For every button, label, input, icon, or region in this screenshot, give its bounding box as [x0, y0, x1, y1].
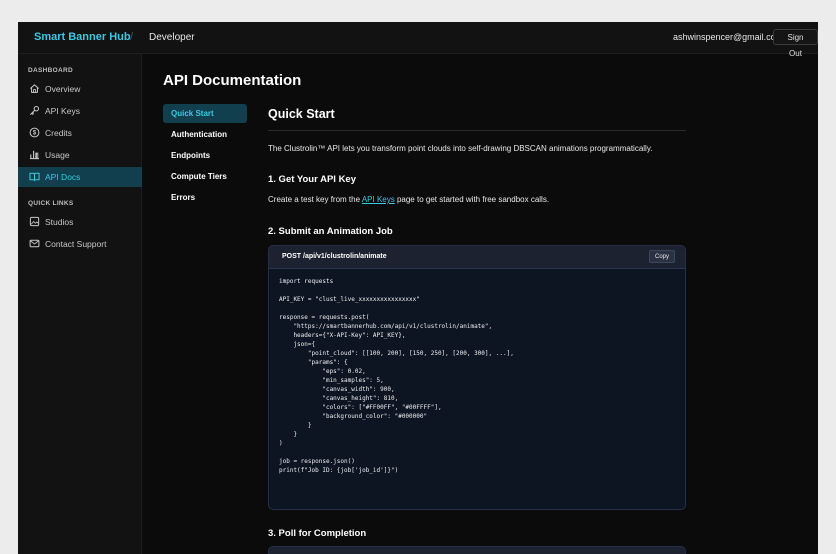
sidebar-section-dashboard: DASHBOARD	[28, 67, 73, 74]
sidebar-item-studios[interactable]: Studios	[18, 212, 142, 232]
sidebar-item-label: Studios	[45, 217, 74, 227]
sidebar-item-credits[interactable]: $ Credits	[18, 123, 142, 143]
subnav-compute-tiers[interactable]: Compute Tiers	[163, 167, 247, 186]
subnav-quick-start[interactable]: Quick Start	[163, 104, 247, 123]
dollar-circle-icon: $	[29, 127, 40, 138]
code-endpoint: POST /api/v1/clustrolin/animate	[282, 253, 387, 260]
code-block-2	[268, 546, 686, 554]
code-block: POST /api/v1/clustrolin/animate Copy imp…	[268, 245, 686, 510]
subnav-errors[interactable]: Errors	[163, 188, 247, 207]
code-sample: import requests API_KEY = "clust_live_xx…	[279, 278, 514, 474]
step3-title: 3. Poll for Completion	[268, 528, 367, 539]
code-block-header: POST /api/v1/clustrolin/animate Copy	[269, 246, 685, 269]
sidebar-item-label: API Docs	[45, 172, 81, 182]
breadcrumb-separator: /	[130, 31, 134, 43]
svg-text:$: $	[33, 131, 37, 137]
sidebar-section-quick-links: QUICK LINKS	[28, 200, 74, 207]
sidebar-item-overview[interactable]: Overview	[18, 79, 142, 99]
copy-button[interactable]: Copy	[648, 250, 675, 263]
image-icon	[29, 216, 40, 227]
section-divider	[268, 130, 686, 131]
book-icon	[29, 171, 40, 182]
sidebar-item-contact-support[interactable]: Contact Support	[18, 234, 142, 254]
sidebar-item-label: Overview	[45, 84, 81, 94]
user-email: ashwinspencer@gmail.com	[673, 32, 784, 42]
sidebar-item-label: Usage	[45, 150, 70, 160]
subnav-authentication[interactable]: Authentication	[163, 125, 247, 144]
sidebar-item-api-docs[interactable]: API Docs	[18, 167, 142, 187]
brand-logo[interactable]: Smart Banner Hub	[34, 31, 131, 43]
mail-icon	[29, 238, 40, 249]
code-block-2-header	[269, 547, 685, 554]
sidebar-item-label: Contact Support	[45, 239, 107, 249]
subnav-endpoints[interactable]: Endpoints	[163, 146, 247, 165]
step1-text: Create a test key from the API Keys page…	[268, 195, 549, 204]
sidebar-item-label: API Keys	[45, 106, 80, 116]
sidebar: DASHBOARD Overview API Keys $ Credits Us…	[18, 54, 142, 554]
breadcrumb-developer: Developer	[149, 32, 195, 43]
intro-text: The Clustrolin™ API lets you transform p…	[268, 144, 653, 153]
step1-text-after: page to get started with free sandbox ca…	[394, 195, 550, 204]
step1-title: 1. Get Your API Key	[268, 174, 356, 185]
page-title: API Documentation	[163, 72, 302, 89]
home-icon	[29, 83, 40, 94]
step2-title: 2. Submit an Animation Job	[268, 226, 393, 237]
sidebar-item-usage[interactable]: Usage	[18, 145, 142, 165]
sidebar-item-api-keys[interactable]: API Keys	[18, 101, 142, 121]
top-bar: Smart Banner Hub / Developer ashwinspenc…	[18, 22, 818, 58]
api-keys-link[interactable]: API Keys	[362, 195, 395, 204]
key-icon	[29, 105, 40, 116]
app-window: Smart Banner Hub / Developer ashwinspenc…	[18, 22, 818, 554]
sidebar-item-label: Credits	[45, 128, 72, 138]
sign-out-button[interactable]: Sign Out	[773, 29, 818, 58]
section-title: Quick Start	[268, 107, 335, 121]
step1-text-before: Create a test key from the	[268, 195, 362, 204]
bar-chart-icon	[29, 149, 40, 160]
